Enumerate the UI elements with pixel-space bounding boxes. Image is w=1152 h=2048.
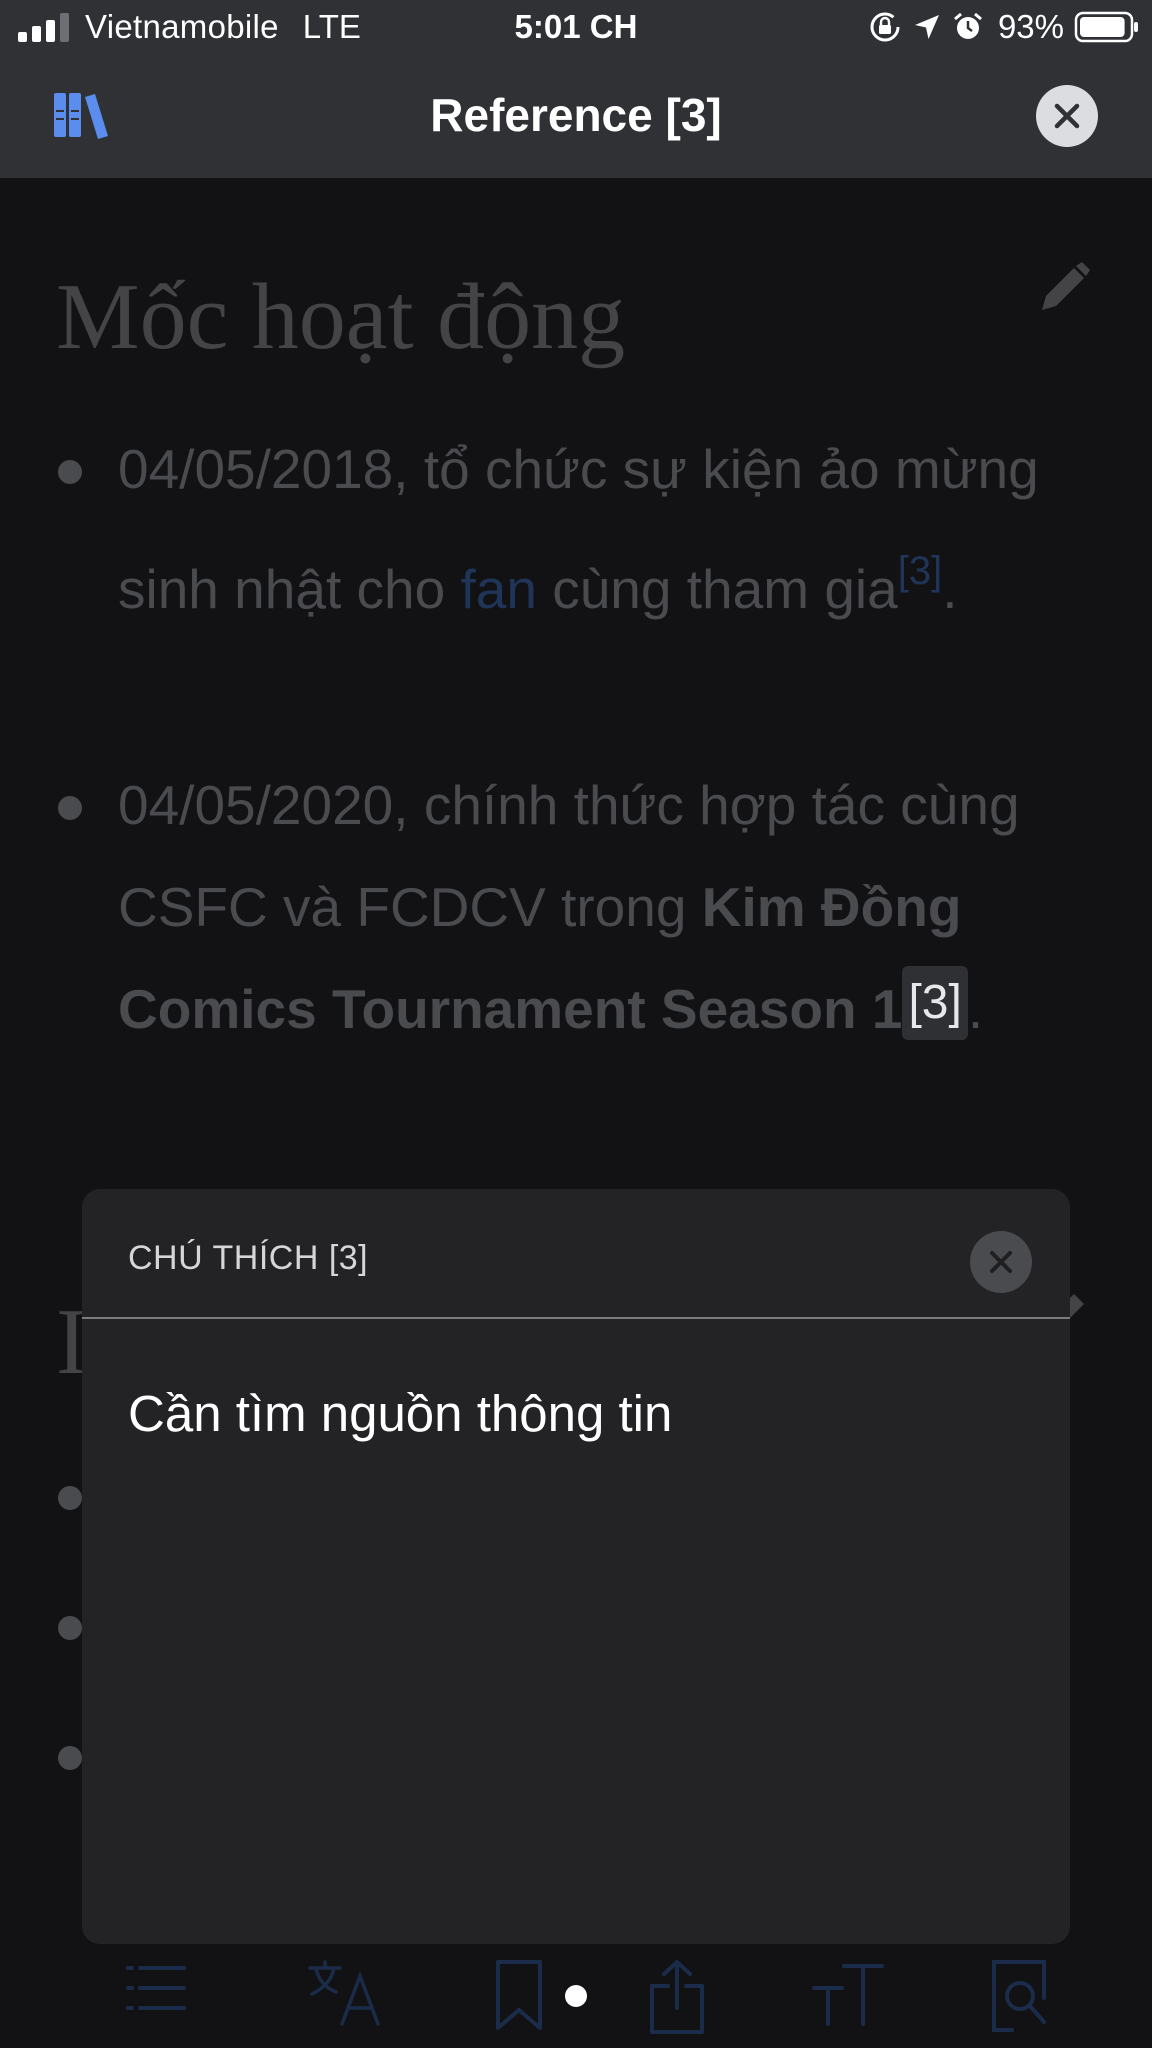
alarm-icon [953, 12, 982, 39]
close-icon [1054, 103, 1080, 129]
bullet-icon [58, 796, 82, 820]
reference-link[interactable]: [3] [898, 549, 942, 593]
divider [82, 1317, 1070, 1319]
reference-text: Cần tìm nguồn thông tin [128, 1385, 673, 1442]
bookmark-icon[interactable] [494, 1958, 544, 2032]
contents-icon[interactable] [124, 1958, 188, 2018]
list-item-text: . [967, 978, 984, 1040]
popover-close-button[interactable] [970, 1231, 1032, 1293]
battery-icon [1074, 11, 1138, 43]
bullet-icon [58, 1746, 82, 1770]
list-item: 04/05/2020, chính thức hợp tác cùng CSFC… [118, 754, 1078, 1060]
battery-percentage: 93% [997, 8, 1064, 45]
text-size-icon[interactable] [810, 1958, 886, 2028]
status-right: 93% [868, 8, 1140, 46]
list-item-text: cùng tham gia [536, 558, 898, 620]
reference-popover: CHÚ THÍCH [3] Cần tìm nguồn thông tin [82, 1189, 1070, 1944]
close-icon [990, 1251, 1012, 1273]
share-icon[interactable] [648, 1958, 706, 2036]
reference-link-selected[interactable]: [3] [902, 966, 968, 1040]
page-indicator-dot [565, 1985, 587, 2007]
popover-title: CHÚ THÍCH [3] [128, 1239, 369, 1277]
bullet-icon [58, 1486, 82, 1510]
close-button[interactable] [1036, 85, 1098, 147]
find-in-page-icon[interactable] [990, 1958, 1048, 2034]
section-heading: Mốc hoạt động [56, 265, 626, 369]
orientation-lock-icon [870, 12, 900, 42]
navigation-bar: Reference [3] [0, 58, 1152, 178]
location-arrow-icon [914, 15, 939, 39]
language-icon[interactable] [306, 1958, 388, 2028]
bullet-icon [58, 1616, 82, 1640]
edit-section-icon[interactable] [1036, 260, 1092, 321]
bullet-icon [58, 460, 82, 484]
fan-link[interactable]: fan [460, 558, 536, 620]
page-title: Reference [3] [430, 89, 722, 141]
list-item-text: . [942, 558, 958, 620]
status-bar: Vietnamobile LTE 5:01 CH 93% [0, 0, 1152, 58]
list-item: 04/05/2018, tổ chức sự kiện ảo mừng sinh… [118, 418, 1078, 640]
